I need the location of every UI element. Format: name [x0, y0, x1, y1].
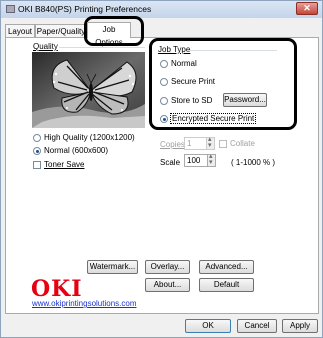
toner-save-label: Toner Save — [44, 160, 85, 169]
window-title: OKI B840(PS) Printing Preferences — [18, 4, 152, 14]
printer-icon — [6, 5, 15, 13]
printing-preferences-window: OKI B840(PS) Printing Preferences ✕ Layo… — [0, 0, 323, 338]
quality-high-label: High Quality (1200x1200) — [44, 133, 135, 142]
oki-logo: OKI — [31, 276, 83, 302]
copies-spinner[interactable] — [206, 135, 215, 150]
title-bar[interactable]: OKI B840(PS) Printing Preferences ✕ — [1, 1, 322, 18]
tab-paper-quality[interactable]: Paper/Quality — [35, 24, 87, 38]
cancel-button[interactable]: Cancel — [237, 319, 277, 333]
collate-checkbox[interactable] — [219, 140, 227, 148]
copies-label: Copies — [160, 140, 185, 149]
scale-spinner[interactable] — [207, 152, 216, 167]
tab-job-options[interactable]: Job Options — [87, 22, 131, 47]
quality-normal-radio[interactable] — [33, 147, 41, 155]
watermark-button[interactable]: Watermark... — [87, 260, 138, 274]
overlay-button[interactable]: Overlay... — [145, 260, 190, 274]
butterfly-preview-image — [32, 52, 145, 128]
quality-high-radio[interactable] — [33, 134, 41, 142]
close-button[interactable]: ✕ — [296, 2, 318, 15]
advanced-button[interactable]: Advanced... — [199, 260, 254, 274]
default-button[interactable]: Default — [199, 278, 254, 292]
apply-button[interactable]: Apply — [282, 319, 318, 333]
tab-layout[interactable]: Layout — [5, 24, 35, 38]
collate-label: Collate — [230, 139, 255, 148]
oki-website-link[interactable]: www.okiprintingsolutions.com — [32, 299, 137, 308]
job-type-highlight-box — [149, 38, 297, 130]
quality-normal-label: Normal (600x600) — [44, 146, 109, 155]
about-button[interactable]: About... — [145, 278, 190, 292]
quality-group-label: Quality — [33, 42, 58, 51]
scale-range-label: ( 1-1000 % ) — [231, 158, 276, 167]
toner-save-checkbox[interactable] — [33, 161, 41, 169]
scale-label: Scale — [160, 158, 181, 167]
ok-button[interactable]: OK — [185, 319, 231, 333]
